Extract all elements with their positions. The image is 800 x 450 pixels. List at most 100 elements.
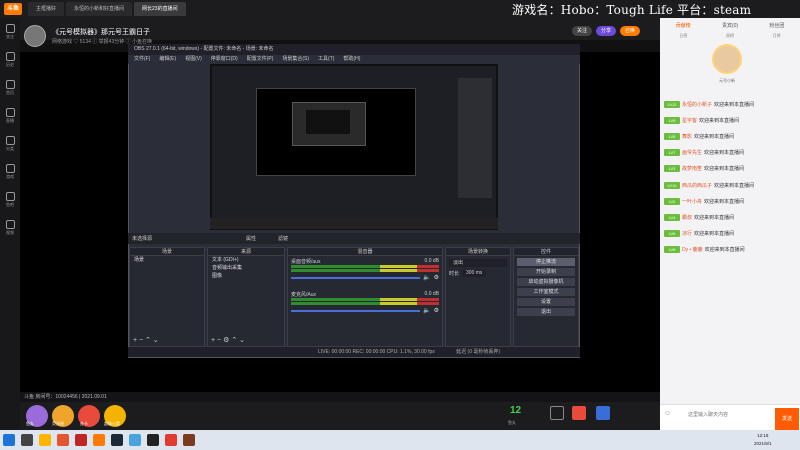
file-explorer-icon[interactable] xyxy=(39,434,51,446)
nav-home[interactable]: 首页 xyxy=(0,74,20,102)
chat-text: 欢迎来到本直播间 xyxy=(714,101,755,108)
source-item[interactable]: 文本 (GDI+) xyxy=(208,256,284,264)
studio-mode-button[interactable]: 工作室模式 xyxy=(517,288,575,296)
tab-vip[interactable]: 贵宾(0) xyxy=(722,22,738,32)
settings-button[interactable]: 设置 xyxy=(517,298,575,306)
browser-tab[interactable]: 永恒的小新和好直播间 xyxy=(66,2,133,16)
stream-title: 《元号模拟器》那元号王霸日子 xyxy=(52,29,150,36)
game-icon[interactable] xyxy=(183,434,195,446)
volume-slider[interactable] xyxy=(291,276,421,279)
down-icon[interactable]: ⌄ xyxy=(153,337,159,344)
chat-username[interactable]: 故梦南笙 xyxy=(682,165,702,172)
room-info: 斗鱼 房间号：10024456 | 2021.09.01 xyxy=(20,392,660,402)
douyu-taskbar-icon[interactable] xyxy=(93,434,105,446)
browser-tab-active[interactable]: 网长23的直播间 xyxy=(134,2,186,16)
scene-item[interactable]: 场景 xyxy=(130,256,204,264)
steam-icon[interactable] xyxy=(111,434,123,446)
sources-header: 来源 xyxy=(208,248,284,256)
gear-icon[interactable]: ⚙ xyxy=(434,307,439,314)
down-icon[interactable]: ⌄ xyxy=(239,337,245,344)
menu-tools[interactable]: 工具(T) xyxy=(318,55,334,64)
chat-username[interactable]: 画爷先生 xyxy=(682,149,702,156)
obs-icon[interactable] xyxy=(147,434,159,446)
virtual-camera-button[interactable]: 启动虚拟摄像机 xyxy=(517,278,575,286)
gift-box-icon[interactable] xyxy=(596,406,610,420)
box-icon[interactable] xyxy=(550,406,564,420)
menu-view[interactable]: 视图(V) xyxy=(185,55,202,64)
filters-button[interactable]: 滤镜 xyxy=(278,235,288,242)
nav-follow[interactable]: 关注 xyxy=(0,18,20,46)
flag-icon[interactable] xyxy=(572,406,586,420)
add-icon[interactable]: + xyxy=(211,337,215,344)
menu-profile[interactable]: 配置文件(P) xyxy=(247,55,274,64)
chat-username[interactable]: 一叶小舟 xyxy=(682,198,702,205)
share-button[interactable]: 分享 xyxy=(596,26,617,36)
stop-streaming-button[interactable]: 停止推流 xyxy=(517,258,575,266)
chat-username[interactable]: 霸叔 xyxy=(682,214,692,221)
grid-icon xyxy=(5,136,15,145)
nav-live[interactable]: 直播 xyxy=(0,102,20,130)
audio-meter xyxy=(291,269,439,272)
windows-start-icon[interactable] xyxy=(3,434,15,446)
volume-slider[interactable] xyxy=(291,309,421,312)
nav-video[interactable]: 视频 xyxy=(0,214,20,242)
chat-username[interactable]: 西瓜的西瓜子 xyxy=(682,182,712,189)
gear-icon[interactable]: ⚙ xyxy=(223,337,229,344)
chat-text: 欢迎来到本直播间 xyxy=(704,150,745,157)
speaker-icon[interactable]: 🔈 xyxy=(423,307,430,314)
search-icon[interactable] xyxy=(21,434,33,446)
chat-username[interactable]: 舞影 xyxy=(682,133,692,140)
add-icon[interactable]: + xyxy=(133,337,137,344)
mixer-channel-db: 0.0 dB xyxy=(424,258,439,264)
up-icon[interactable]: ⌃ xyxy=(145,337,151,344)
speaker-icon[interactable]: 🔈 xyxy=(423,274,430,281)
menu-scene-collection[interactable]: 场景集合(S) xyxy=(282,55,309,64)
chat-username[interactable]: 永恒的小新子 xyxy=(682,101,712,108)
obs-source-toolbar: 未选择源 属性 滤镜 xyxy=(128,233,580,244)
app-icon[interactable] xyxy=(75,434,87,446)
tab-contribution[interactable]: 贡献榜 xyxy=(676,22,691,32)
summon-button[interactable]: 召唤 xyxy=(620,26,641,36)
transition-select[interactable]: 淡出 xyxy=(449,259,507,267)
send-button[interactable]: 发送 xyxy=(775,408,799,430)
properties-button[interactable]: 属性 xyxy=(246,235,256,242)
obs-scenes-panel: 场景 场景 + − ⌃ ⌄ xyxy=(129,247,205,347)
nav-fishbar[interactable]: 鱼吧 xyxy=(0,186,20,214)
nav-category[interactable]: 分类 xyxy=(0,130,20,158)
tab-day[interactable]: 日榜 xyxy=(679,33,687,39)
menu-docks[interactable]: 停靠窗口(D) xyxy=(211,55,238,64)
chat-username[interactable]: 星宇客 xyxy=(682,117,697,124)
tv-icon xyxy=(5,108,15,117)
douyu-logo[interactable]: 斗鱼 xyxy=(4,3,22,15)
top-contributor-avatar[interactable] xyxy=(712,44,742,74)
gear-icon[interactable]: ⚙ xyxy=(434,274,439,281)
remove-icon[interactable]: − xyxy=(139,337,143,344)
menu-help[interactable]: 帮助(H) xyxy=(343,55,360,64)
app-icon[interactable] xyxy=(129,434,141,446)
duration-input[interactable]: 300 ms xyxy=(462,270,487,277)
streamer-avatar[interactable] xyxy=(24,25,46,47)
tab-month[interactable]: 月榜 xyxy=(773,33,781,39)
tab-fans[interactable]: 粉丝团 xyxy=(769,22,784,32)
obs-mixer-panel: 混音器 桌面音频/aux 0.0 dB 🔈 ⚙ 麦克风/Aux 0.0 dB 🔈… xyxy=(287,247,443,347)
nav-history[interactable]: 历史 xyxy=(0,46,20,74)
app-icon[interactable] xyxy=(57,434,69,446)
chat-username[interactable]: 凉行 xyxy=(682,230,692,237)
chat-username[interactable]: Dy • 鹿鹿 xyxy=(682,246,703,253)
source-item[interactable]: 音频输出采集 xyxy=(208,264,284,272)
mixer-channel-name: 麦克风/Aux xyxy=(291,292,317,298)
remove-icon[interactable]: − xyxy=(217,337,221,344)
chat-input[interactable] xyxy=(688,409,772,421)
up-icon[interactable]: ⌃ xyxy=(231,337,237,344)
tab-week[interactable]: 周榜 xyxy=(726,33,734,39)
app-icon[interactable] xyxy=(165,434,177,446)
menu-file[interactable]: 文件(F) xyxy=(134,55,150,64)
browser-tab[interactable]: 主框播好 xyxy=(28,2,65,16)
follow-button[interactable]: 关注 xyxy=(572,26,593,36)
start-recording-button[interactable]: 开始录制 xyxy=(517,268,575,276)
nav-games[interactable]: 游戏 xyxy=(0,158,20,186)
exit-button[interactable]: 退出 xyxy=(517,308,575,316)
emoji-icon[interactable]: ☺ xyxy=(664,410,671,417)
source-item[interactable]: 图像 xyxy=(208,272,284,280)
menu-edit[interactable]: 编辑(E) xyxy=(159,55,176,64)
